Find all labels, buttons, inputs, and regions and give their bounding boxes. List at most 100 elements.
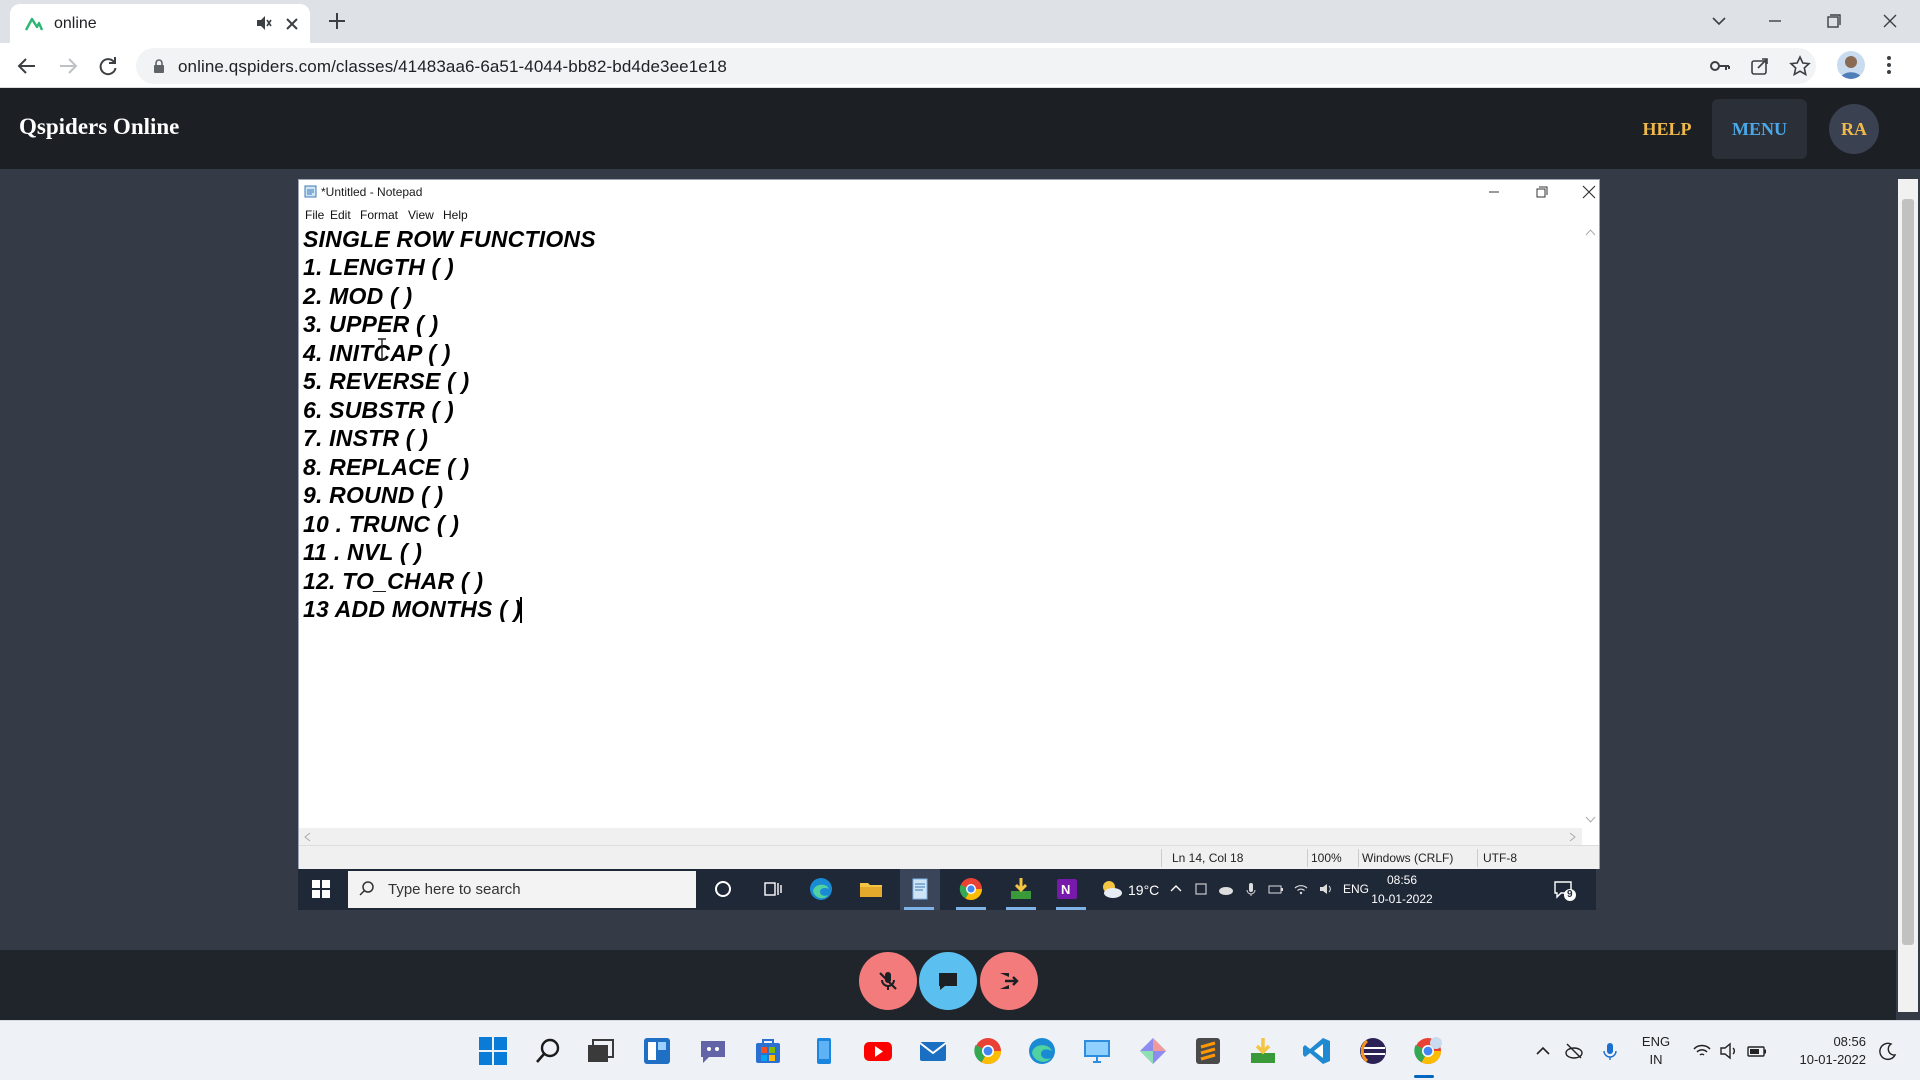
exit-icon (1000, 973, 1019, 989)
wifi-icon[interactable] (1293, 881, 1309, 897)
tab-search-chevron-icon[interactable] (1701, 6, 1737, 36)
page-scrollbar[interactable] (1898, 179, 1918, 1012)
taskbar-date[interactable]: 10-01-2022 (1360, 892, 1444, 906)
scroll-down-arrow-icon[interactable] (1585, 816, 1596, 824)
onedrive-cloud-icon[interactable] (1218, 881, 1234, 897)
minimize-window-icon[interactable] (1757, 6, 1793, 36)
teams-chat-icon[interactable] (697, 1035, 729, 1067)
microphone-icon[interactable] (1243, 881, 1259, 897)
user-avatar[interactable]: RA (1829, 104, 1879, 154)
widgets-icon[interactable] (641, 1035, 673, 1067)
tray-meet-icon[interactable] (1193, 881, 1209, 897)
notepad-close-icon[interactable] (1574, 182, 1604, 202)
system-clock[interactable]: 08:56 10-01-2022 (1786, 1033, 1867, 1069)
text-line: 12. TO_CHAR ( ) (303, 568, 484, 594)
browser-profile-avatar[interactable] (1837, 51, 1865, 79)
reload-icon[interactable] (94, 53, 122, 79)
microphone-icon[interactable] (1600, 1041, 1620, 1061)
bookmark-star-icon[interactable] (1788, 55, 1812, 77)
password-key-icon[interactable] (1708, 55, 1732, 77)
scroll-right-arrow-icon[interactable] (1569, 832, 1577, 842)
page-scrollbar-thumb[interactable] (1902, 199, 1914, 945)
lock-icon[interactable] (152, 58, 166, 74)
notepad-taskbar-icon[interactable] (907, 876, 933, 902)
windows-start-icon[interactable] (477, 1035, 509, 1067)
scroll-left-arrow-icon[interactable] (303, 832, 311, 842)
menu-button[interactable]: MENU (1712, 99, 1807, 159)
notepad-menu-file[interactable]: File (305, 208, 324, 222)
notepad-vertical-scrollbar[interactable] (1582, 224, 1599, 828)
weather-sun-cloud-icon[interactable] (1098, 876, 1124, 902)
mail-icon[interactable] (917, 1035, 949, 1067)
notepad-minimize-icon[interactable] (1479, 182, 1509, 202)
notepad-menu-format[interactable]: Format (360, 208, 398, 222)
speaker-muted-icon[interactable] (255, 13, 273, 33)
edge-browser-icon[interactable] (808, 876, 834, 902)
eclipse-ide-icon[interactable] (1357, 1035, 1389, 1067)
notepad-text-area[interactable]: SINGLE ROW FUNCTIONS 1. LENGTH ( ) 2. MO… (299, 224, 1579, 828)
wifi-icon[interactable] (1692, 1041, 1712, 1061)
notepad-horizontal-scrollbar[interactable] (299, 828, 1582, 845)
help-button[interactable]: HELP (1632, 107, 1702, 151)
restore-window-icon[interactable] (1815, 6, 1851, 36)
volume-icon[interactable] (1318, 881, 1334, 897)
weather-temperature[interactable]: 19°C (1128, 882, 1159, 898)
notepad-titlebar: *Untitled - Notepad (299, 180, 1599, 204)
battery-icon[interactable] (1747, 1041, 1767, 1061)
address-bar[interactable]: online.qspiders.com/classes/41483aa6-6a5… (136, 48, 1816, 84)
svg-text:N: N (1061, 882, 1070, 897)
chrome-icon[interactable] (958, 876, 984, 902)
text-line: 6. SUBSTR ( ) (303, 397, 454, 423)
edge-browser-icon[interactable] (1026, 1035, 1058, 1067)
windows-start-icon[interactable] (312, 880, 330, 898)
remote-desktop-icon[interactable] (1081, 1035, 1113, 1067)
chat-button[interactable] (919, 952, 977, 1010)
forward-arrow-icon[interactable] (54, 53, 82, 79)
close-window-icon[interactable] (1872, 6, 1908, 36)
onenote-icon[interactable]: N (1054, 876, 1080, 902)
tray-chevron-up-icon[interactable] (1533, 1041, 1553, 1061)
chrome-profile-icon[interactable] (1412, 1035, 1444, 1067)
vscode-icon[interactable] (1301, 1035, 1333, 1067)
close-tab-icon[interactable] (283, 14, 301, 34)
browser-tab[interactable]: online (10, 4, 310, 43)
share-icon[interactable] (1748, 55, 1772, 77)
phone-link-icon[interactable] (808, 1035, 840, 1067)
new-tab-plus-icon[interactable] (326, 10, 348, 32)
taskbar-time[interactable]: 08:56 (1374, 873, 1430, 887)
task-view-icon[interactable] (584, 1035, 616, 1067)
brand-title[interactable]: Qspiders Online (19, 114, 179, 140)
chrome-icon[interactable] (972, 1035, 1004, 1067)
task-view-icon[interactable] (760, 876, 786, 902)
file-explorer-icon[interactable] (858, 876, 884, 902)
back-arrow-icon[interactable] (13, 53, 41, 79)
qspiders-favicon-icon (24, 17, 44, 31)
tray-chevron-up-icon[interactable] (1168, 881, 1184, 897)
cursor-position: Ln 14, Col 18 (1172, 851, 1244, 865)
snipping-tool-icon[interactable] (1137, 1035, 1169, 1067)
microsoft-store-icon[interactable] (752, 1035, 784, 1067)
download-app-icon[interactable] (1008, 876, 1034, 902)
scroll-up-arrow-icon[interactable] (1585, 228, 1596, 236)
focus-assist-moon-icon[interactable] (1878, 1041, 1898, 1061)
notepad-menu-help[interactable]: Help (443, 208, 468, 222)
browser-menu-kebab-icon[interactable] (1882, 54, 1896, 76)
cortana-circle-icon[interactable] (710, 876, 736, 902)
volume-icon[interactable] (1719, 1041, 1739, 1061)
system-language[interactable]: ENG IN (1640, 1033, 1672, 1069)
onedrive-offline-icon[interactable] (1564, 1041, 1584, 1061)
search-icon[interactable] (532, 1035, 564, 1067)
leave-call-button[interactable] (980, 952, 1038, 1010)
battery-icon[interactable] (1268, 881, 1284, 897)
mute-microphone-button[interactable] (859, 952, 917, 1010)
youtube-icon[interactable] (862, 1035, 894, 1067)
sublime-text-icon[interactable] (1192, 1035, 1224, 1067)
notepad-restore-icon[interactable] (1527, 182, 1557, 202)
search-icon (359, 881, 374, 896)
download-app-icon[interactable] (1247, 1035, 1279, 1067)
taskbar-search-box[interactable]: Type here to search (348, 871, 696, 908)
system-time: 08:56 (1833, 1034, 1866, 1049)
notepad-menu-edit[interactable]: Edit (330, 208, 351, 222)
notepad-menu-view[interactable]: View (408, 208, 434, 222)
status-divider (1161, 849, 1162, 867)
